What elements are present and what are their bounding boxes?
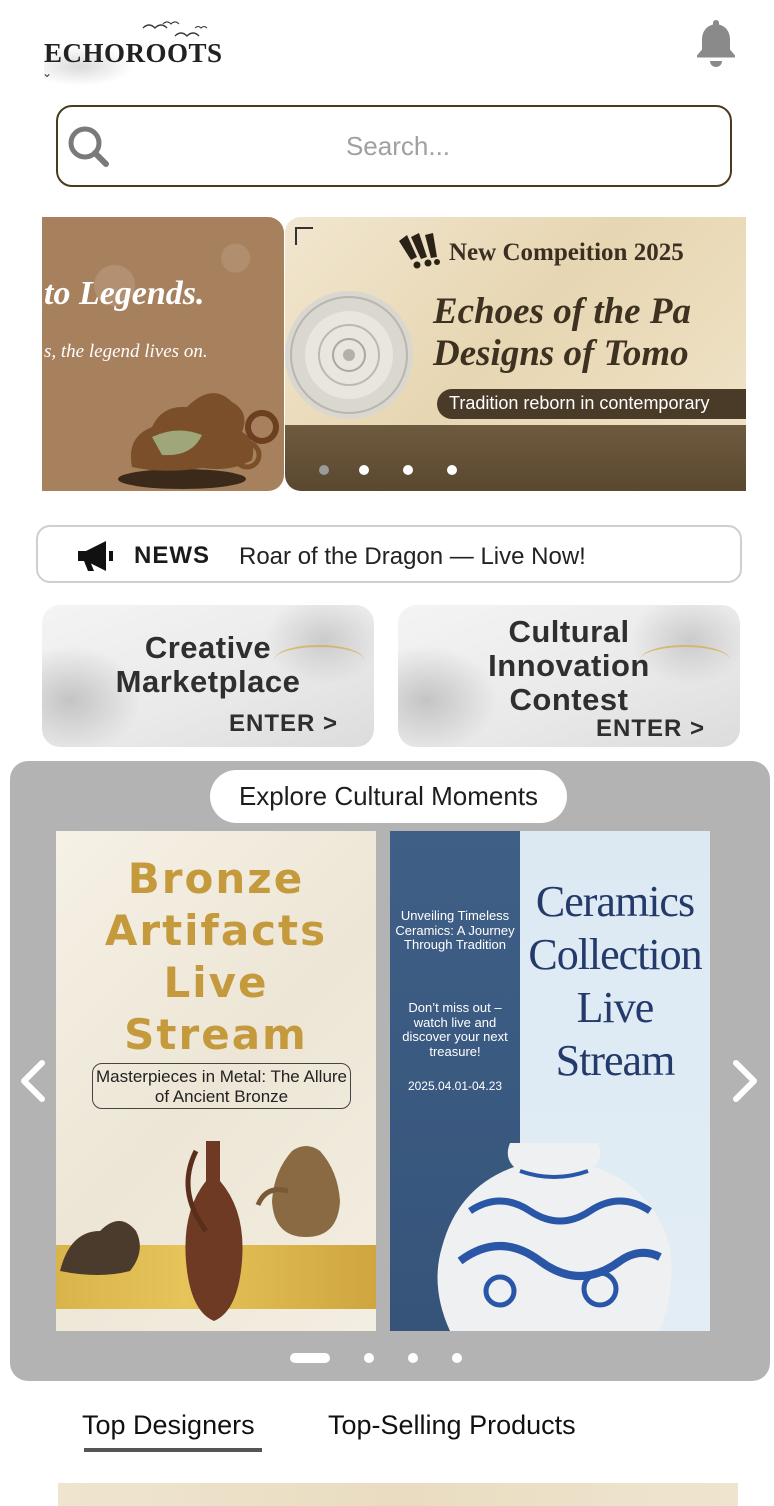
- ceramic-plate-image: [285, 291, 413, 419]
- search-icon: [66, 124, 112, 175]
- card-title: Cultural Innovation Contest: [488, 614, 650, 717]
- banner-dot[interactable]: [403, 465, 413, 475]
- tab-top-designers[interactable]: Top Designers: [82, 1410, 255, 1441]
- explore-dot[interactable]: [408, 1353, 418, 1363]
- banner-dot-active[interactable]: [319, 465, 329, 475]
- banner-headline: Echoes of the Pa Designs of Tomo: [433, 291, 691, 374]
- chevron-right-icon[interactable]: [728, 1059, 762, 1103]
- banner-slide-legends[interactable]: to Legends. s, the legend lives on.: [42, 217, 284, 491]
- poster-dates: 2025.04.01-04.23: [407, 1079, 503, 1093]
- bronze-artifacts-image: [60, 1141, 340, 1321]
- small-bird-icon: ⌄: [42, 66, 53, 80]
- news-ticker[interactable]: NEWS Roar of the Dragon — Live Now!: [36, 525, 742, 583]
- frame-corner: [295, 227, 313, 245]
- ceramics-livestream-poster[interactable]: Unveiling Timeless Ceramics: A Journey T…: [390, 831, 710, 1331]
- porcelain-jar-image: [437, 1143, 672, 1331]
- section-title: Explore Cultural Moments: [210, 770, 567, 823]
- banner-tagline: Tradition reborn in contemporary: [437, 389, 746, 419]
- poster-subtitle: Masterpieces in Metal: The Allure of Anc…: [92, 1063, 351, 1109]
- poster-title: Bronze Artifacts Live Stream: [104, 854, 328, 1059]
- news-message[interactable]: Roar of the Dragon — Live Now!: [239, 543, 586, 571]
- creative-marketplace-card[interactable]: Creative Marketplace ENTER >: [42, 605, 374, 747]
- news-label: NEWS: [134, 542, 210, 569]
- megaphone-icon: [78, 541, 113, 571]
- banner-slide-competition[interactable]: New Compeition 2025 Echoes of the Pa Des…: [285, 217, 746, 491]
- app-logo: ECHOROOTS ⌄: [40, 18, 223, 88]
- explore-dot[interactable]: [364, 1353, 374, 1363]
- bell-icon: [697, 20, 735, 67]
- enter-link[interactable]: ENTER >: [229, 710, 338, 738]
- tab-top-selling-products[interactable]: Top-Selling Products: [328, 1410, 576, 1441]
- competition-label: New Compeition 2025: [449, 239, 684, 266]
- birds-icon: [142, 21, 208, 37]
- poster-title: Ceramics Collection Live Stream: [528, 877, 702, 1085]
- explore-dot[interactable]: [452, 1353, 462, 1363]
- logo-text: ECHOROOTS: [44, 38, 223, 68]
- banner-slide-subtitle: s, the legend lives on.: [44, 341, 208, 362]
- explore-dot-active[interactable]: [290, 1353, 330, 1363]
- explore-section: Explore Cultural Moments Bronze Artifacts…: [10, 761, 770, 1381]
- bronze-livestream-poster[interactable]: Bronze Artifacts Live Stream Masterpieces i…: [56, 831, 376, 1331]
- active-tab-indicator: [84, 1448, 262, 1452]
- card-title: Creative Marketplace: [115, 630, 301, 699]
- banner-dot[interactable]: [447, 465, 457, 475]
- poster-intro: Unveiling Timeless Ceramics: A Journey T…: [395, 908, 515, 952]
- designer-list-preview: [58, 1483, 738, 1506]
- banner-slide-title: to Legends.: [44, 275, 205, 312]
- search-bar[interactable]: [56, 105, 732, 187]
- exclamation-icon: [399, 233, 440, 269]
- banner-carousel[interactable]: to Legends. s, the legend lives on. New …: [42, 217, 746, 491]
- poster-cta: Don’t miss out – watch live and discover…: [402, 1000, 508, 1059]
- search-input[interactable]: [118, 121, 678, 171]
- notification-button[interactable]: [690, 16, 742, 72]
- enter-link[interactable]: ENTER >: [596, 715, 705, 743]
- jade-beast-image: [118, 393, 279, 489]
- banner-dot[interactable]: [359, 465, 369, 475]
- chevron-left-icon[interactable]: [16, 1059, 50, 1103]
- cultural-innovation-contest-card[interactable]: Cultural Innovation Contest ENTER >: [398, 605, 740, 747]
